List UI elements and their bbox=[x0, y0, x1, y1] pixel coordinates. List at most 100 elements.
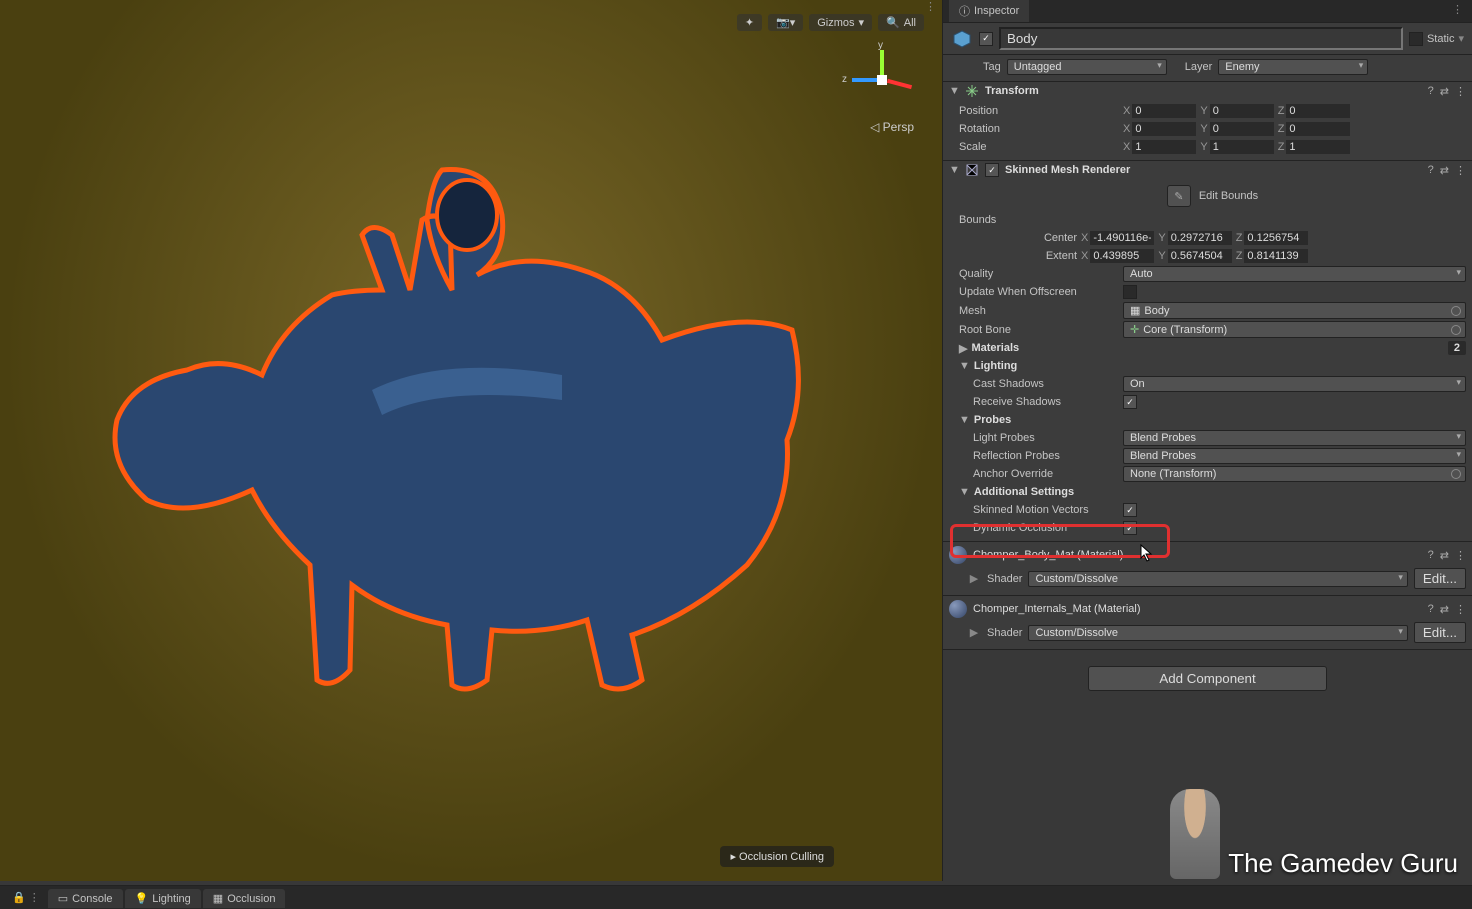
gameobject-enabled-checkbox[interactable]: ✓ bbox=[979, 32, 993, 46]
help-icon[interactable]: ? bbox=[1428, 603, 1434, 616]
gameobject-icon[interactable] bbox=[951, 28, 973, 50]
shader-edit-button[interactable]: Edit... bbox=[1414, 568, 1466, 589]
materials-foldout[interactable]: ▶ bbox=[959, 342, 967, 355]
selected-mesh-creature bbox=[92, 160, 812, 700]
layer-dropdown[interactable]: Enemy bbox=[1218, 59, 1368, 75]
lighting-foldout[interactable]: ▼ bbox=[959, 360, 970, 372]
smr-enabled-checkbox[interactable]: ✓ bbox=[985, 163, 999, 177]
transform-foldout[interactable]: ▼ bbox=[949, 85, 959, 97]
rotation-z-field[interactable] bbox=[1286, 122, 1350, 136]
shader-edit-button[interactable]: Edit... bbox=[1414, 622, 1466, 643]
orientation-gizmo[interactable]: y z bbox=[852, 50, 912, 110]
menu-icon[interactable]: ⋮ bbox=[1455, 164, 1466, 177]
rotation-y-field[interactable] bbox=[1210, 122, 1274, 136]
position-z-field[interactable] bbox=[1286, 104, 1350, 118]
help-icon[interactable]: ? bbox=[1428, 164, 1434, 177]
tools-icon[interactable]: ✦ bbox=[737, 14, 762, 31]
update-offscreen-label: Update When Offscreen bbox=[959, 286, 1119, 298]
gameobject-name-field[interactable] bbox=[999, 27, 1403, 50]
preset-icon[interactable]: ⇄ bbox=[1440, 603, 1449, 616]
static-dropdown-icon[interactable]: ▾ bbox=[1458, 32, 1464, 45]
material-preview-icon bbox=[949, 600, 967, 618]
static-checkbox[interactable] bbox=[1409, 32, 1423, 46]
light-probes-dropdown[interactable]: Blend Probes bbox=[1123, 430, 1466, 446]
extent-z-field[interactable] bbox=[1244, 249, 1308, 263]
menu-icon[interactable]: ⋮ bbox=[1455, 85, 1466, 98]
material-foldout[interactable]: ▶ bbox=[967, 572, 981, 585]
extent-label: Extent bbox=[959, 250, 1077, 262]
mesh-renderer-icon bbox=[965, 163, 979, 177]
dynamic-occlusion-checkbox[interactable]: ✓ bbox=[1123, 521, 1137, 535]
cast-shadows-label: Cast Shadows bbox=[959, 378, 1119, 390]
position-x-field[interactable] bbox=[1132, 104, 1196, 118]
position-y-field[interactable] bbox=[1210, 104, 1274, 118]
inspector-panel: ⓘInspector ⋮ ✓ Static ▾ Tag Untagged Lay… bbox=[942, 0, 1472, 881]
menu-icon[interactable]: ⋮ bbox=[1455, 603, 1466, 616]
skinned-motion-vectors-checkbox[interactable]: ✓ bbox=[1123, 503, 1137, 517]
rotation-label: Rotation bbox=[959, 123, 1119, 135]
lighting-tab[interactable]: 💡Lighting bbox=[125, 889, 201, 908]
reflection-probes-dropdown[interactable]: Blend Probes bbox=[1123, 448, 1466, 464]
preset-icon[interactable]: ⇄ bbox=[1440, 85, 1449, 98]
camera-icon[interactable]: 📷▾ bbox=[768, 14, 803, 31]
edit-bounds-label: Edit Bounds bbox=[1199, 190, 1258, 202]
extent-y-field[interactable] bbox=[1168, 249, 1232, 263]
light-probes-label: Light Probes bbox=[959, 432, 1119, 444]
scale-label: Scale bbox=[959, 141, 1119, 153]
help-icon[interactable]: ? bbox=[1428, 85, 1434, 98]
cast-shadows-dropdown[interactable]: On bbox=[1123, 376, 1466, 392]
occlusion-tab[interactable]: ▦Occlusion bbox=[203, 889, 286, 908]
update-offscreen-checkbox[interactable] bbox=[1123, 285, 1137, 299]
center-x-field[interactable] bbox=[1090, 231, 1154, 245]
material-body-section: Chomper_Body_Mat (Material) ?⇄⋮ ▶ Shader… bbox=[943, 542, 1472, 596]
preset-icon[interactable]: ⇄ bbox=[1440, 549, 1449, 562]
add-component-button[interactable]: Add Component bbox=[1088, 666, 1326, 691]
scale-z-field[interactable] bbox=[1286, 140, 1350, 154]
rotation-x-field[interactable] bbox=[1132, 122, 1196, 136]
dynamic-occlusion-row: Dynamic Occlusion✓ bbox=[959, 519, 1466, 537]
scale-y-field[interactable] bbox=[1210, 140, 1274, 154]
center-label: Center bbox=[959, 232, 1077, 244]
object-picker-icon[interactable] bbox=[1451, 325, 1461, 335]
panel-menu-icon[interactable]: ⋮ bbox=[1449, 0, 1466, 22]
shader-dropdown[interactable]: Custom/Dissolve bbox=[1028, 571, 1407, 587]
console-tab[interactable]: ▭Console bbox=[48, 889, 123, 908]
lock-icon[interactable]: 🔒 ⋮ bbox=[6, 891, 46, 904]
menu-icon[interactable]: ⋮ bbox=[1455, 549, 1466, 562]
extent-x-field[interactable] bbox=[1090, 249, 1154, 263]
root-bone-field[interactable]: ✛Core (Transform) bbox=[1123, 321, 1466, 338]
center-y-field[interactable] bbox=[1168, 231, 1232, 245]
occlusion-culling-overlay[interactable]: ▸ Occlusion Culling bbox=[720, 846, 834, 867]
additional-foldout[interactable]: ▼ bbox=[959, 486, 970, 498]
edit-bounds-button[interactable]: ✎ bbox=[1167, 185, 1191, 207]
reflection-probes-label: Reflection Probes bbox=[959, 450, 1119, 462]
help-icon[interactable]: ? bbox=[1428, 549, 1434, 562]
quality-dropdown[interactable]: Auto bbox=[1123, 266, 1466, 282]
object-picker-icon[interactable] bbox=[1451, 469, 1461, 479]
center-z-field[interactable] bbox=[1244, 231, 1308, 245]
search-all[interactable]: 🔍 All bbox=[878, 14, 924, 31]
projection-label[interactable]: ◁ Persp bbox=[870, 120, 914, 134]
smr-foldout[interactable]: ▼ bbox=[949, 164, 959, 176]
tag-dropdown[interactable]: Untagged bbox=[1007, 59, 1167, 75]
scale-x-field[interactable] bbox=[1132, 140, 1196, 154]
transform-component: ▼ Transform ?⇄⋮ Position XYZ Rotation XY… bbox=[943, 82, 1472, 161]
shader-dropdown[interactable]: Custom/Dissolve bbox=[1028, 625, 1407, 641]
probes-foldout[interactable]: ▼ bbox=[959, 414, 970, 426]
inspector-tab[interactable]: ⓘInspector bbox=[949, 0, 1029, 22]
object-picker-icon[interactable] bbox=[1451, 306, 1461, 316]
mesh-field[interactable]: ▦Body bbox=[1123, 302, 1466, 319]
light-icon: 💡 bbox=[135, 892, 149, 905]
material-foldout[interactable]: ▶ bbox=[967, 626, 981, 639]
receive-shadows-checkbox[interactable]: ✓ bbox=[1123, 395, 1137, 409]
gameobject-header: ✓ Static ▾ bbox=[943, 23, 1472, 55]
materials-count: 2 bbox=[1448, 341, 1466, 355]
anchor-override-field[interactable]: None (Transform) bbox=[1123, 466, 1466, 482]
skinned-mesh-renderer-component: ▼ ✓ Skinned Mesh Renderer ?⇄⋮ ✎Edit Boun… bbox=[943, 161, 1472, 542]
scene-view[interactable]: ⋮ ✦ 📷▾ Gizmos ▾ 🔍 All y z ◁ Persp ▸ Occl… bbox=[0, 0, 942, 881]
scene-window-menu-icon[interactable]: ⋮ bbox=[925, 0, 936, 13]
additional-settings-label: Additional Settings bbox=[974, 486, 1074, 498]
shader-label: Shader bbox=[987, 573, 1022, 585]
gizmos-dropdown[interactable]: Gizmos ▾ bbox=[809, 14, 872, 31]
preset-icon[interactable]: ⇄ bbox=[1440, 164, 1449, 177]
